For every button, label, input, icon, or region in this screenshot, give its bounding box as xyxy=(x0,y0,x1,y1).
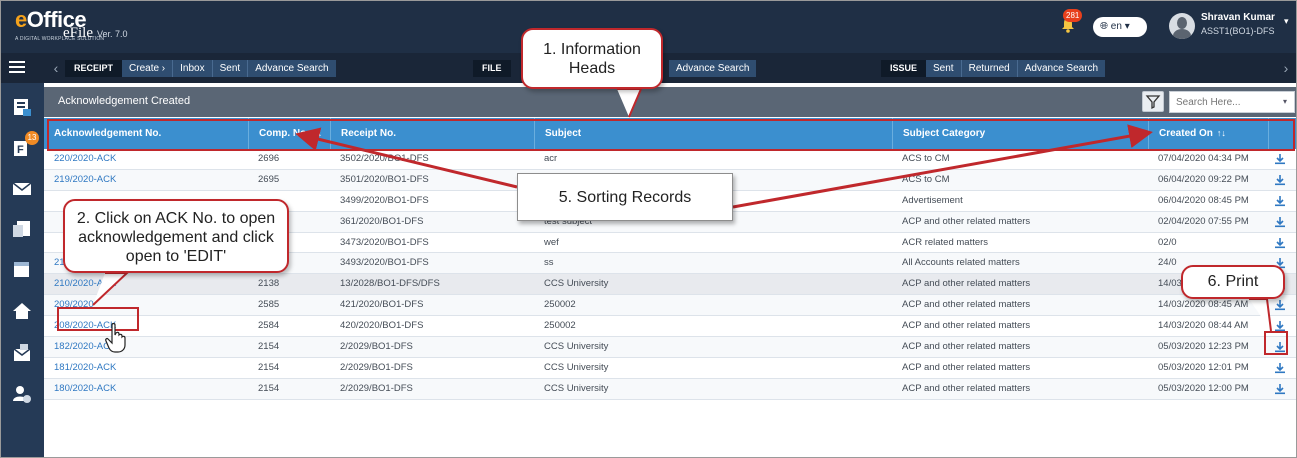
ack-callout-tail xyxy=(92,272,130,306)
callout-print: 6. Print xyxy=(1181,265,1285,299)
callout-information-heads: 1. Information Heads xyxy=(521,28,663,89)
header-highlight xyxy=(47,119,1295,151)
hand-cursor-icon xyxy=(105,323,126,353)
efile-window: eOffice A DIGITAL WORKPLACE SOLUTION eFi… xyxy=(0,0,1297,458)
print-callout-tail xyxy=(1249,298,1272,332)
info-heads-callout-tail xyxy=(617,88,643,118)
print-highlight xyxy=(1264,331,1288,355)
callout-sorting-records: 5. Sorting Records xyxy=(517,173,733,221)
callout-click-ack: 2. Click on ACK No. to open acknowledgem… xyxy=(63,199,289,273)
